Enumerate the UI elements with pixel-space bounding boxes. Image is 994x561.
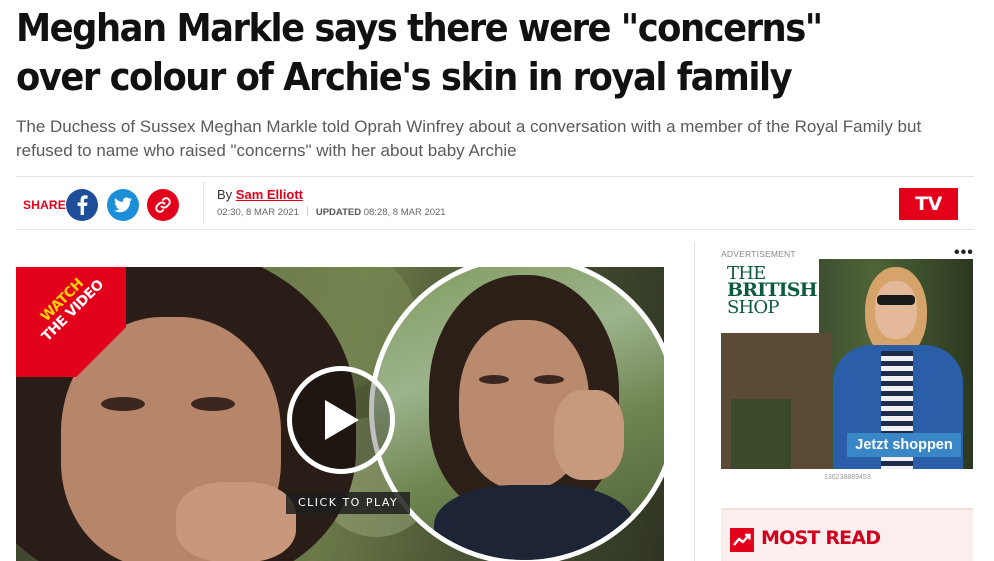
brand-line-3: SHOP xyxy=(727,297,780,318)
ad-id: 136238889453 xyxy=(824,474,871,481)
tv-button[interactable]: TV xyxy=(899,188,958,220)
updated-label: UPDATED xyxy=(315,207,362,218)
facebook-share-button[interactable] xyxy=(66,189,98,221)
author-link[interactable]: Sam Elliott xyxy=(236,187,303,202)
byline-prefix: By xyxy=(217,187,233,202)
video-inset-circle xyxy=(369,267,664,561)
ad-brand-logo: THE BRITISH SHOP xyxy=(721,259,819,333)
video-player[interactable]: WATCH THE VIDEO CLICK TO PLAY xyxy=(16,267,664,561)
play-icon xyxy=(325,400,359,440)
ad-shop-button[interactable]: Jetzt shoppen xyxy=(847,433,961,457)
rail-divider xyxy=(694,242,695,561)
watch-video-badge[interactable]: WATCH THE VIDEO xyxy=(16,267,126,377)
share-label: SHARE xyxy=(23,198,67,212)
article-headline: Meghan Markle says there were "concerns"… xyxy=(16,6,823,99)
facebook-icon xyxy=(77,195,88,215)
published-time: 02:30, 8 MAR 2021 xyxy=(217,207,299,218)
article-dates: 02:30, 8 MAR 2021 UPDATED 08:28, 8 MAR 20… xyxy=(217,206,446,218)
byline: By Sam Elliott xyxy=(217,187,303,202)
most-read-section: MOST READ xyxy=(721,508,973,561)
advertisement-label: ADVERTISEMENT xyxy=(721,249,796,259)
most-read-heading: MOST READ xyxy=(761,527,881,549)
trending-icon xyxy=(730,528,754,552)
twitter-share-button[interactable] xyxy=(107,189,139,221)
meta-divider xyxy=(203,182,204,224)
article-meta-bar: SHARE By Sam Elliott 02:30, 8 MAR 2021 UP… xyxy=(16,176,974,230)
article-standfirst: The Duchess of Sussex Meghan Markle told… xyxy=(16,117,922,160)
link-icon xyxy=(155,197,171,213)
updated-time: 08:28, 8 MAR 2021 xyxy=(363,207,446,218)
play-button[interactable] xyxy=(287,366,395,474)
advertisement-banner[interactable]: THE BRITISH SHOP Jetzt shoppen xyxy=(721,259,973,469)
click-to-play-label[interactable]: CLICK TO PLAY xyxy=(286,492,411,514)
twitter-icon xyxy=(114,197,132,213)
copy-link-button[interactable] xyxy=(147,189,179,221)
